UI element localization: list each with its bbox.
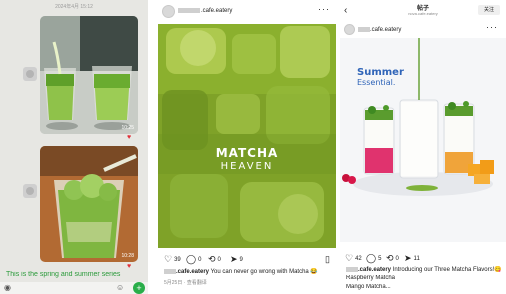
share-button[interactable]: ➤ 11 [404, 252, 420, 265]
more-icon[interactable]: ··· [318, 4, 330, 14]
chat-photo-matcha-drink[interactable]: 10:28 [40, 146, 138, 262]
matcha-cups-photo [40, 16, 138, 134]
voice-icon[interactable]: ◉ [4, 284, 11, 292]
post-caption: .cafe.eatery You can never go wrong with… [164, 268, 336, 275]
share-count: 9 [239, 256, 243, 263]
caption-line: Mango Matcha... [346, 284, 391, 290]
more-icon[interactable]: ··· [486, 22, 498, 32]
comment-button[interactable]: ◯ 0 [186, 253, 201, 266]
share-count: 11 [413, 255, 420, 262]
chat-photo-matcha-cups[interactable]: 10:25 [40, 16, 138, 134]
heart-icon: ♡ [345, 253, 354, 263]
post-image[interactable]: MATCHA HEAVEN [158, 24, 336, 248]
like-count: 39 [174, 256, 181, 263]
post-header: .cafe.eatery ··· [158, 0, 336, 24]
comment-count: 0 [198, 256, 202, 263]
emoji-icon[interactable]: ☺ [116, 284, 124, 292]
repost-count: 0 [395, 255, 399, 262]
repost-icon: ⟲ [208, 254, 216, 264]
chat-date: 2024年4月 15:12 [55, 4, 93, 10]
image-title-text: Summer [357, 67, 404, 78]
post-summer-essential: ‹ 帖子 nova.cafe.eatery 关注 .cafe.eatery ··… [340, 0, 506, 294]
post-username[interactable]: .cafe.eatery [178, 8, 232, 14]
heart-icon[interactable]: ♥ [127, 263, 131, 270]
send-icon: ➤ [404, 253, 412, 263]
repost-icon: ⟲ [386, 253, 394, 263]
like-button[interactable]: ♡ 42 [345, 252, 362, 265]
matcha-drink-photo [40, 146, 138, 262]
share-button[interactable]: ➤ 9 [230, 253, 243, 266]
like-count: 42 [355, 255, 362, 262]
send-icon: ➤ [230, 254, 238, 264]
repost-count: 0 [217, 256, 221, 263]
post-date-translate[interactable]: 5月25日 · 查看翻译 [164, 279, 207, 286]
heart-icon[interactable]: ♥ [127, 134, 131, 141]
post-actions: ♡ 39 ◯ 0 ⟲ 0 ➤ 9 ▯ [158, 253, 336, 267]
post-header: .cafe.eatery ··· [340, 22, 506, 38]
chat-message: This is the spring and summer series [6, 271, 121, 278]
profile-avatar[interactable] [344, 24, 355, 35]
post-matcha-heaven: .cafe.eatery ··· MATCHA HEAVEN ♡ 39 ◯ 0 … [158, 0, 336, 294]
comment-icon: ◯ [186, 254, 197, 264]
repost-button[interactable]: ⟲ 0 [208, 253, 221, 266]
repost-button[interactable]: ⟲ 0 [386, 252, 399, 265]
comment-count: 5 [378, 255, 382, 262]
photo-timestamp: 10:25 [121, 125, 134, 131]
avatar[interactable] [23, 67, 37, 81]
photo-timestamp: 10:28 [121, 253, 134, 259]
top-nav: ‹ 帖子 nova.cafe.eatery 关注 [340, 0, 506, 22]
comment-icon: ◯ [366, 253, 377, 263]
avatar[interactable] [23, 184, 37, 198]
image-subtitle-text: Essential. [357, 78, 396, 87]
image-title-text: MATCHA [215, 146, 279, 160]
matcha-ice-photo [158, 24, 336, 248]
screenshot-collage: 2024年4月 15:12 10:25 ♥ 10:28 ♥ This is th… [0, 0, 506, 294]
plus-icon[interactable]: + [133, 282, 145, 294]
post-username[interactable]: .cafe.eatery [358, 27, 401, 33]
post-caption: .cafe.eatery Introducing our Three Match… [346, 266, 506, 273]
caption-line: Raspberry Matcha [346, 275, 396, 281]
post-image[interactable]: Summer Essential. [340, 38, 506, 242]
chat-input-bar: ◉ ☺ + [0, 282, 148, 294]
chat-panel: 2024年4月 15:12 10:25 ♥ 10:28 ♥ This is th… [0, 0, 148, 294]
image-subtitle-text: HEAVEN [220, 161, 274, 172]
comment-button[interactable]: ◯ 5 [366, 252, 381, 265]
follow-button[interactable]: 关注 [478, 5, 500, 15]
post-actions: ♡42 ◯5 ⟲0 ➤11 ▯ [340, 252, 506, 266]
heart-icon: ♡ [164, 254, 173, 264]
profile-avatar[interactable] [162, 5, 175, 18]
like-button[interactable]: ♡ 39 [164, 253, 181, 266]
bookmark-icon[interactable]: ▯ [325, 253, 330, 265]
